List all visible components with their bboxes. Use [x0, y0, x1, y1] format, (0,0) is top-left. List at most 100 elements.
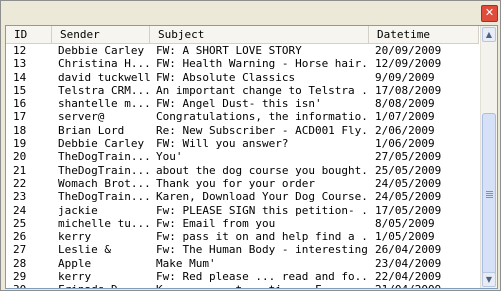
cell-subject: Thank you for your order [156, 176, 315, 190]
cell-sender: michelle tu... [58, 216, 150, 230]
cell-subject: about the dog course you bought... [156, 163, 370, 177]
table-row[interactable]: 20 TheDogTrain... You' 27/05/2009 [6, 150, 479, 163]
cell-id: 17 [13, 110, 27, 124]
cell-datetime: 27/05/2009 [375, 150, 442, 164]
cell-sender: TheDogTrain... [58, 163, 150, 177]
cell-sender: Apple [58, 256, 92, 270]
table-row[interactable]: 21 TheDogTrain... about the dog course you… [6, 164, 479, 177]
cell-sender: jackie [58, 203, 98, 217]
table-row[interactable]: 23 TheDogTrain... Karen, Download Your Dog… [6, 190, 479, 203]
cell-subject: Fw: Email from you [156, 216, 276, 230]
table-row[interactable]: 28 Apple Make Mum' 23/04/2009 [6, 257, 479, 270]
cell-subject: Karen, Download Your Dog Course... [156, 190, 370, 204]
cell-id: 25 [13, 216, 27, 230]
cell-sender: TheDogTrain... [58, 190, 150, 204]
cell-subject: Congratulations, the informatio... [156, 110, 370, 124]
cell-id: 12 [13, 44, 27, 57]
email-list-view[interactable]: ID Sender Subject Datetime 12 Debbie Carl… [5, 25, 498, 289]
cell-datetime: 26/04/2009 [375, 243, 442, 257]
table-row[interactable]: 15 Telstra CRM... An important change to T… [6, 84, 479, 97]
cell-id: 28 [13, 256, 27, 270]
cell-subject: FW: A SHORT LOVE STORY [156, 44, 302, 57]
cell-id: 30 [13, 283, 53, 288]
table-row[interactable]: 14 david tuckwell FW: Absolute Classics 9/0… [6, 71, 479, 84]
table-row[interactable]: 17 server@ Congratulations, the informatio… [6, 110, 479, 123]
table-row[interactable]: 18 Brian Lord Re: New Subscriber - ACD001 … [6, 124, 479, 137]
cell-datetime: 17/05/2009 [375, 203, 442, 217]
cell-sender: david tuckwell [58, 70, 150, 84]
column-header-datetime[interactable]: Datetime [369, 26, 479, 43]
cell-id: 22 [13, 176, 27, 190]
cell-id: 19 [13, 137, 27, 151]
column-header-row: ID Sender Subject Datetime [6, 26, 479, 44]
table-row[interactable]: 27 Leslie & Fw: The Human Body - interesti… [6, 243, 479, 256]
cell-datetime: 1/07/2009 [375, 110, 435, 124]
cell-sender: Frinads D... [58, 283, 150, 288]
table-row[interactable]: 29 kerry Fw: Red please ... read and fo...… [6, 270, 479, 283]
scroll-down-button[interactable]: ▼ [482, 272, 496, 287]
email-list-window: ✕ ID Sender Subject Datetime 12 Debbie Ca… [0, 0, 501, 291]
thumb-grip-line [486, 193, 493, 194]
cell-id: 15 [13, 83, 27, 97]
cell-datetime: 1/05/2009 [375, 230, 435, 244]
cell-sender: Telstra CRM... [58, 83, 150, 97]
cell-sender: shantelle m... [58, 97, 150, 111]
column-header-id[interactable]: ID [6, 26, 52, 43]
cell-datetime: 24/05/2009 [375, 190, 442, 204]
cell-sender: Leslie & [58, 243, 111, 257]
table-row[interactable]: 22 Womach Brot... Thank you for your order… [6, 177, 479, 190]
cell-sender: kerry [58, 270, 92, 284]
cell-subject: An important change to Telstra ... [156, 83, 370, 97]
column-header-sender[interactable]: Sender [52, 26, 150, 43]
column-header-subject[interactable]: Subject [150, 26, 369, 43]
cell-datetime: 8/05/2009 [375, 216, 435, 230]
cell-datetime: 20/09/2009 [375, 44, 442, 57]
cell-datetime: 2/06/2009 [375, 123, 435, 137]
vertical-scrollbar[interactable]: ▲ ▼ [480, 26, 497, 288]
thumb-grip-line [486, 191, 493, 192]
cell-id: 26 [13, 230, 27, 244]
cell-id: 23 [13, 190, 27, 204]
cell-id: 24 [13, 203, 27, 217]
cell-subject: FW: Health Warning - Horse hair... [156, 57, 370, 71]
cell-subject: Fw: pass it on and help find a ... [156, 230, 370, 244]
email-rows: 12 Debbie Carley FW: A SHORT LOVE STORY 20/… [6, 44, 479, 288]
table-row[interactable]: 19 Debbie Carley FW: Will you answer? 1/06/… [6, 137, 479, 150]
cell-subject: FW: Will you answer? [156, 137, 289, 151]
cell-subject: You' [156, 150, 183, 164]
cell-subject: K.... ......t ...ti.... F... [156, 283, 370, 288]
cell-subject: Make Mum' [156, 256, 216, 270]
cell-datetime: 22/04/2009 [375, 270, 442, 284]
table-row[interactable]: 16 shantelle m... FW: Angel Dust- this isn… [6, 97, 479, 110]
table-row[interactable]: 24 jackie Fw: PLEASE SIGN this petition- .… [6, 204, 479, 217]
cell-id: 21 [13, 163, 27, 177]
scroll-up-button[interactable]: ▲ [482, 27, 496, 42]
table-row[interactable]: 13 Christina H... FW: Health Warning - Hor… [6, 57, 479, 70]
cell-subject: Fw: PLEASE SIGN this petition- ... [156, 203, 370, 217]
scrollbar-thumb[interactable] [482, 113, 496, 276]
cell-subject: FW: Angel Dust- this isn' [156, 97, 322, 111]
table-row[interactable]: 30 Frinads D... K.... ......t ...ti.... F.… [6, 283, 479, 288]
cell-subject: Re: New Subscriber - ACD001 Fly... [156, 123, 370, 137]
cell-sender: Brian Lord [58, 123, 125, 137]
cell-id: 18 [13, 123, 27, 137]
cell-datetime: 9/09/2009 [375, 70, 435, 84]
thumb-grip-line [486, 195, 493, 196]
close-button[interactable]: ✕ [481, 5, 498, 22]
cell-datetime: 17/08/2009 [375, 83, 442, 97]
cell-id: 27 [13, 243, 27, 257]
cell-sender: TheDogTrain... [58, 150, 150, 164]
table-row[interactable]: 25 michelle tu... Fw: Email from you 8/05/2… [6, 217, 479, 230]
cell-sender: Womach Brot... [58, 176, 150, 190]
cell-datetime: 12/09/2009 [375, 57, 442, 71]
cell-id: 13 [13, 57, 27, 71]
cell-sender: Christina H... [58, 57, 150, 71]
cell-subject: Fw: The Human Body - interesting [156, 243, 368, 257]
table-row[interactable]: 12 Debbie Carley FW: A SHORT LOVE STORY 20/… [6, 44, 479, 57]
cell-id: 14 [13, 70, 27, 84]
cell-sender: Debbie Carley [58, 137, 145, 151]
table-row[interactable]: 26 kerry Fw: pass it on and help find a ..… [6, 230, 479, 243]
cell-sender: kerry [58, 230, 92, 244]
cell-subject: Fw: Red please ... read and fo... [156, 270, 370, 284]
cell-sender: Debbie Carley [58, 44, 145, 57]
